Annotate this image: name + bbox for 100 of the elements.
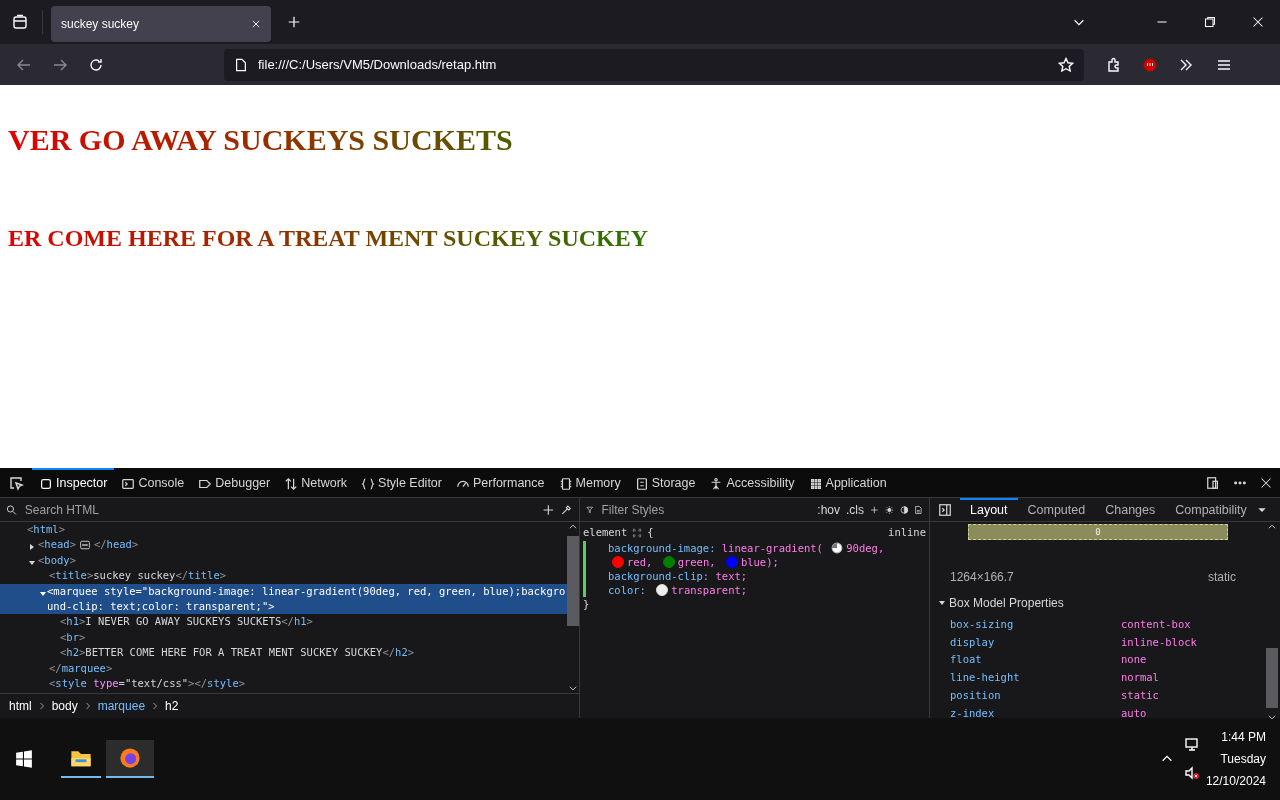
ellipsis-badge-icon[interactable] (77, 540, 92, 551)
scroll-up-icon[interactable] (1267, 522, 1277, 532)
terminal-icon (121, 476, 136, 491)
muted-speaker-icon[interactable] (1183, 765, 1200, 781)
close-icon[interactable] (1260, 476, 1272, 489)
scrollbar[interactable] (567, 522, 579, 693)
responsive-view-icon[interactable] (1206, 475, 1220, 490)
color-swatch-icon[interactable] (725, 555, 738, 568)
scroll-thumb[interactable] (1266, 648, 1278, 709)
toggle-button[interactable]: .cls (846, 500, 865, 519)
grid-icon (808, 476, 823, 491)
transparent-swatch-icon[interactable] (656, 583, 669, 596)
expand-arrow-icon[interactable] (938, 599, 946, 607)
html-node-text: <style type="text/css"></style> (49, 676, 246, 692)
tree-row[interactable]: <head> </head> (0, 537, 567, 553)
css-value: transparent; (671, 583, 748, 596)
breadcrumb-link[interactable]: html (6, 697, 35, 715)
expand-arrow-icon[interactable] (39, 589, 47, 598)
star-icon[interactable] (1058, 56, 1074, 73)
start-logo-icon[interactable] (15, 750, 33, 768)
expand-arrow-icon[interactable] (28, 558, 36, 567)
square-icon (39, 476, 53, 491)
tree-row[interactable]: <style type="text/css"></style> (0, 676, 567, 692)
element-picker-icon[interactable] (8, 474, 24, 491)
filter-field[interactable]: Filter Styles (599, 499, 812, 520)
color-swatch-icon[interactable] (662, 555, 675, 568)
tree-row[interactable]: <h1>I NEVER GO AWAY SUCKEYS SUCKETS</h1> (0, 614, 567, 630)
property-name: line-height (950, 670, 1021, 686)
change-marker (583, 540, 586, 597)
clock-date: 12/10/2024 (1205, 773, 1266, 790)
breadcrumb-link[interactable]: h2 (162, 697, 182, 715)
taskbar-button[interactable] (106, 740, 154, 778)
chevron-right-icon (151, 702, 160, 710)
section-heading[interactable]: Box Model Properties (949, 594, 1064, 612)
devtools-tab[interactable]: Inspector (32, 467, 115, 498)
property-name: box-sizing (950, 617, 1015, 632)
tree-row[interactable]: </marquee> (0, 660, 567, 677)
tab-list-icon[interactable] (12, 14, 28, 30)
angle-swatch-icon[interactable] (831, 541, 844, 554)
tree-row[interactable]: <h2>BETTER COME HERE FOR A TREAT MENT SUCKEY SUCKEY</h2> (0, 645, 567, 661)
devtools-tab[interactable]: Memory (551, 467, 628, 498)
sidebar-tab[interactable]: Computed (1017, 497, 1096, 522)
clock[interactable]: 1:44 PM Tuesday 12/10/2024 (1205, 726, 1266, 792)
devtools-tab[interactable]: Network (277, 467, 355, 498)
sidebar-tab[interactable]: Layout (960, 497, 1018, 522)
sidebar-toggle-icon[interactable] (938, 502, 952, 517)
devtools-tab[interactable]: Application (801, 467, 894, 498)
devtools-tab[interactable]: Performance (448, 467, 552, 498)
expand-arrow-icon[interactable] (28, 543, 36, 552)
tree-row[interactable]: <br> (0, 629, 567, 646)
toggle-button[interactable]: :hov (817, 500, 841, 519)
css-value: linear-gradient( (721, 541, 823, 554)
add-node-icon[interactable] (541, 502, 555, 517)
browser-app-icon (119, 747, 141, 769)
chevron-right-icon (37, 702, 46, 710)
extension-puzzle-icon[interactable] (1106, 56, 1122, 73)
css-value: green, (677, 555, 716, 568)
scroll-thumb[interactable] (567, 536, 579, 626)
position-text: static (1208, 569, 1236, 586)
scroll-up-icon[interactable] (568, 522, 578, 532)
sidebar-tab[interactable]: Changes (1095, 497, 1166, 522)
tree-row[interactable]: <title>suckey suckey</title> (0, 568, 567, 584)
property-value: inline-block (1121, 634, 1197, 650)
browser-tab[interactable]: suckey suckey (51, 6, 271, 42)
css-brace: } (583, 596, 591, 612)
scroll-down-icon[interactable] (568, 683, 578, 693)
up-down-arrows-icon (284, 476, 299, 491)
reload-icon[interactable] (88, 56, 104, 73)
breadcrumb-link[interactable]: marquee (94, 697, 149, 715)
margin-box: 0 (968, 524, 1228, 540)
dimensions-text: 1264×166.7 (950, 569, 1014, 586)
color-swatch-icon[interactable] (612, 555, 624, 568)
page-icon (234, 57, 248, 72)
clock-day: Tuesday (1220, 748, 1266, 770)
devtools-tab[interactable]: Console (114, 467, 192, 498)
search-field[interactable]: Search HTML (22, 499, 536, 520)
property-value: content-box (1121, 617, 1191, 632)
restore-icon[interactable] (1204, 16, 1216, 28)
breadcrumb-link[interactable]: body (48, 697, 81, 715)
html-node-text: <h1>I NEVER GO AWAY SUCKEYS SUCKETS</h1> (60, 614, 313, 630)
devtools-tab[interactable]: Storage (627, 467, 703, 498)
devtools-tab[interactable]: Debugger (191, 467, 278, 498)
address-bar[interactable]: file:///C:/Users/VM5/Downloads/retap.htm (224, 48, 1084, 81)
property-name: float (950, 652, 983, 668)
search-icon (6, 503, 17, 516)
html-node-text: <head> (38, 537, 76, 553)
new-tab-icon[interactable] (287, 15, 301, 29)
property-name: display (950, 634, 996, 650)
property-value: static (1121, 687, 1159, 703)
braces-icon (361, 476, 376, 491)
tree-row[interactable]: <body> (0, 552, 567, 569)
html-node-text: <title>suckey suckey</title> (49, 568, 227, 584)
devtools-tab[interactable]: Accessibility (702, 467, 802, 498)
url-text: file:///C:/Users/VM5/Downloads/retap.htm (258, 55, 497, 74)
devtools-tab[interactable]: Style Editor (354, 467, 449, 498)
css-property: background-clip: (608, 569, 710, 582)
tree-row[interactable]: <html> (0, 522, 567, 538)
sidebar-tab[interactable]: Compatibility (1165, 497, 1257, 522)
css-value: 90deg, (846, 541, 885, 554)
network-icon[interactable] (1183, 737, 1200, 753)
